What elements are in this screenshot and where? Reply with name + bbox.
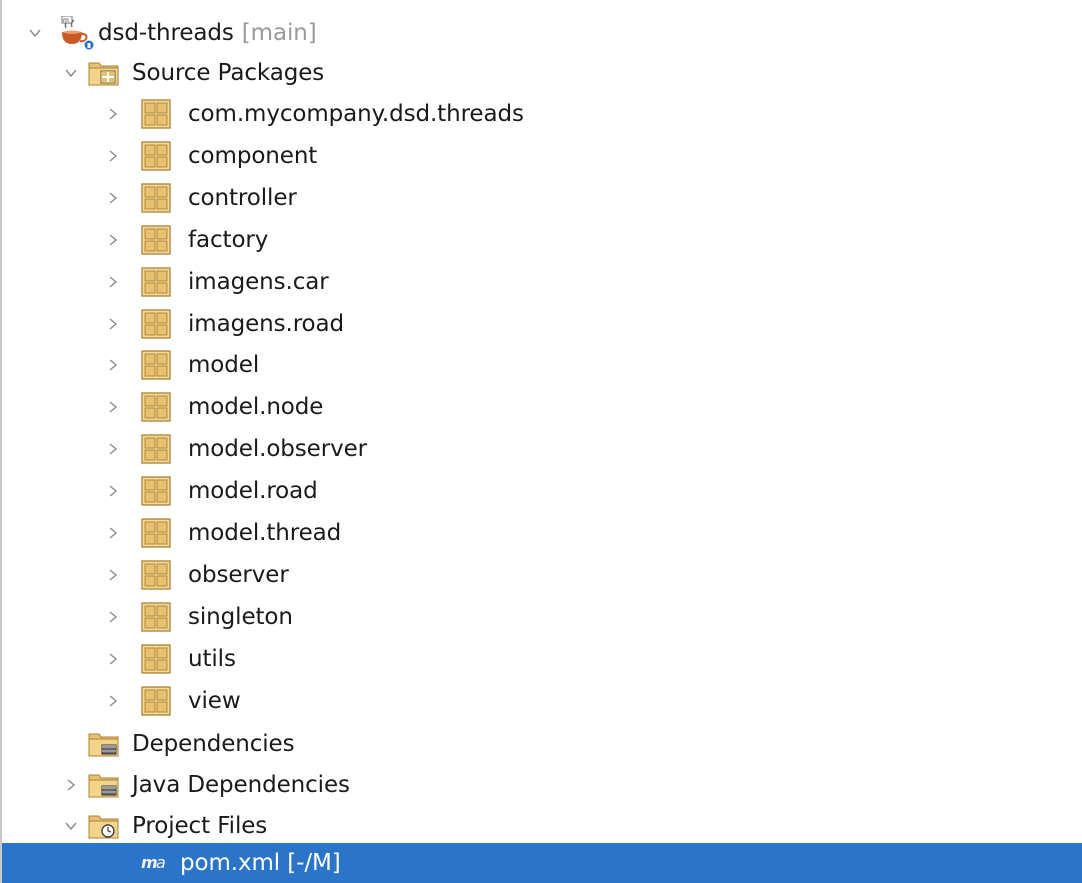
package-label: component bbox=[188, 142, 318, 169]
tree-node-source-packages[interactable]: Source Packages bbox=[2, 52, 1082, 94]
package-label: factory bbox=[188, 226, 269, 253]
source-packages-folder-icon bbox=[88, 58, 120, 88]
tree-node-project-files[interactable]: Project Files bbox=[2, 805, 1082, 847]
chevron-right-icon[interactable] bbox=[102, 648, 124, 670]
chevron-right-icon[interactable] bbox=[102, 564, 124, 586]
package-icon bbox=[140, 308, 172, 339]
chevron-down-icon[interactable] bbox=[24, 22, 46, 44]
tree-node-package[interactable]: model bbox=[2, 344, 1082, 386]
tree-node-package[interactable]: factory bbox=[2, 219, 1082, 261]
chevron-right-icon[interactable] bbox=[102, 145, 124, 167]
chevron-right-icon[interactable] bbox=[102, 606, 124, 628]
chevron-right-icon[interactable] bbox=[102, 354, 124, 376]
chevron-right-icon[interactable] bbox=[60, 774, 82, 796]
java-dependencies-label: Java Dependencies bbox=[132, 772, 350, 798]
project-tree: m dsd-threads [main] Source Packages com… bbox=[2, 0, 1082, 883]
project-name-text: dsd-threads bbox=[98, 20, 234, 46]
tree-node-package[interactable]: utils bbox=[2, 638, 1082, 680]
tree-node-package[interactable]: imagens.road bbox=[2, 303, 1082, 345]
maven-pom-icon: m a bbox=[140, 848, 172, 878]
package-label: controller bbox=[188, 184, 297, 211]
package-icon bbox=[140, 476, 172, 506]
tree-node-package[interactable]: component bbox=[2, 135, 1082, 177]
package-label: model.observer bbox=[188, 436, 368, 463]
tree-node-package[interactable]: model.road bbox=[2, 470, 1082, 512]
package-label: com.mycompany.dsd.threads bbox=[188, 101, 524, 127]
package-icon bbox=[140, 560, 172, 590]
project-files-folder-icon bbox=[88, 811, 120, 841]
package-label: imagens.car bbox=[188, 268, 329, 295]
package-label: model.thread bbox=[188, 520, 342, 546]
chevron-right-icon[interactable] bbox=[102, 103, 124, 125]
package-icon bbox=[140, 350, 172, 381]
svg-text:a: a bbox=[156, 853, 166, 872]
chevron-right-icon[interactable] bbox=[102, 271, 124, 293]
package-label: view bbox=[188, 687, 241, 714]
chevron-down-icon[interactable] bbox=[60, 815, 82, 837]
tree-node-package[interactable]: singleton bbox=[2, 596, 1082, 638]
package-icon bbox=[140, 643, 172, 674]
tree-node-package[interactable]: observer bbox=[2, 554, 1082, 596]
package-icon bbox=[140, 685, 172, 716]
chevron-right-icon[interactable] bbox=[102, 480, 124, 502]
package-icon bbox=[140, 183, 172, 213]
tree-node-dependencies[interactable]: Dependencies bbox=[2, 723, 1082, 765]
tree-node-package[interactable]: com.mycompany.dsd.threads bbox=[2, 93, 1082, 135]
chevron-right-icon[interactable] bbox=[102, 187, 124, 209]
pom-xml-label: pom.xml [-/M] bbox=[180, 850, 341, 876]
chevron-right-icon[interactable] bbox=[102, 313, 124, 335]
chevron-right-icon[interactable] bbox=[102, 229, 124, 251]
tree-node-package[interactable]: model.node bbox=[2, 386, 1082, 428]
package-icon bbox=[140, 518, 172, 548]
project-name: dsd-threads [main] bbox=[98, 20, 317, 46]
package-label: model.node bbox=[188, 394, 324, 421]
package-icon bbox=[140, 266, 172, 297]
chevron-right-icon[interactable] bbox=[102, 438, 124, 460]
chevron-right-icon[interactable] bbox=[102, 690, 124, 712]
tree-node-package[interactable]: view bbox=[2, 680, 1082, 722]
tree-node-project[interactable]: m dsd-threads [main] bbox=[2, 12, 1082, 54]
package-label: model bbox=[188, 352, 260, 379]
svg-text:m: m bbox=[63, 17, 69, 24]
java-dependencies-folder-icon bbox=[88, 770, 120, 800]
tree-node-package[interactable]: model.observer bbox=[2, 428, 1082, 470]
package-icon bbox=[140, 224, 172, 255]
package-icon bbox=[140, 99, 172, 129]
package-label: observer bbox=[188, 561, 289, 588]
dependencies-folder-icon bbox=[88, 729, 120, 759]
maven-java-project-icon: m bbox=[56, 16, 96, 50]
chevron-down-icon[interactable] bbox=[60, 62, 82, 84]
package-label: utils bbox=[188, 645, 236, 672]
package-label: singleton bbox=[188, 603, 293, 630]
package-icon bbox=[140, 392, 172, 422]
package-label: model.road bbox=[188, 478, 318, 505]
tree-node-package[interactable]: controller bbox=[2, 177, 1082, 219]
source-packages-label: Source Packages bbox=[132, 60, 325, 86]
package-label: imagens.road bbox=[188, 310, 345, 337]
chevron-right-icon[interactable] bbox=[102, 396, 124, 418]
tree-node-package[interactable]: model.thread bbox=[2, 512, 1082, 554]
chevron-right-icon[interactable] bbox=[102, 522, 124, 544]
tree-node-package[interactable]: imagens.car bbox=[2, 261, 1082, 303]
package-icon bbox=[140, 434, 172, 464]
git-branch-label: [main] bbox=[241, 20, 317, 46]
tree-node-pom-xml[interactable]: m a pom.xml [-/M] bbox=[2, 843, 1082, 883]
package-icon bbox=[140, 602, 172, 632]
package-icon bbox=[140, 141, 172, 171]
project-files-label: Project Files bbox=[132, 813, 268, 839]
dependencies-label: Dependencies bbox=[132, 731, 295, 757]
tree-node-java-dependencies[interactable]: Java Dependencies bbox=[2, 764, 1082, 806]
